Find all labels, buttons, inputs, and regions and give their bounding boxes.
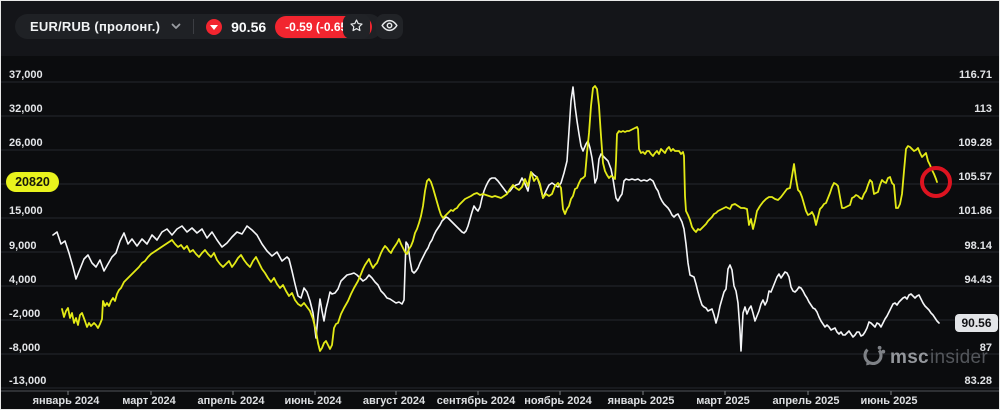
right-axis-label: 83.28 <box>964 375 992 387</box>
left-axis-label: 4,000 <box>9 274 37 286</box>
time-axis-label: июнь 2025 <box>860 395 917 407</box>
time-axis-label: август 2024 <box>363 395 425 407</box>
left-axis-label: 32,000 <box>9 103 43 115</box>
right-axis-label: 105.57 <box>958 171 992 183</box>
right-axis-label: 113 <box>974 103 992 115</box>
left-axis-label: -2,000 <box>9 308 40 320</box>
right-axis-label: 94.43 <box>964 274 992 286</box>
time-axis-label: январь 2025 <box>608 395 675 407</box>
time-axis-label: ноябрь 2024 <box>524 395 591 407</box>
left-axis-label: 15,000 <box>9 205 43 217</box>
time-axis-label: март 2025 <box>696 395 750 407</box>
time-axis-label: март 2024 <box>122 395 176 407</box>
red-circle-annotation <box>922 168 950 196</box>
left-axis-label: -8,000 <box>9 342 40 354</box>
time-axis-label: январь 2024 <box>33 395 100 407</box>
yellow-last-value-pill: 20820 <box>6 172 59 192</box>
time-axis-label: апрель 2024 <box>198 395 265 407</box>
right-axis-label: 101.86 <box>958 205 992 217</box>
time-axis-label: апрель 2025 <box>773 395 840 407</box>
left-axis-label: 9,000 <box>9 240 37 252</box>
chart-canvas[interactable] <box>1 1 1000 410</box>
right-axis-label: 98.14 <box>964 240 992 252</box>
trading-chart-window: EUR/RUB (пролонг.) 90.56 -0.59 (-0.65%) … <box>0 0 1000 410</box>
white-last-value-pill: 90.56 <box>955 314 998 332</box>
left-axis-label: -13,000 <box>9 375 46 387</box>
left-axis-label: 26,000 <box>9 137 43 149</box>
right-axis-label: 116.71 <box>959 69 992 81</box>
annotations <box>922 168 950 196</box>
gridlines <box>1 82 1000 388</box>
right-axis-label: 87 <box>980 342 992 354</box>
right-axis-label: 109.28 <box>958 137 992 149</box>
time-axis-label: сентябрь 2024 <box>437 395 516 407</box>
time-axis-label: июнь 2024 <box>284 395 341 407</box>
left-axis-label: 37,000 <box>9 69 43 81</box>
series-white-line <box>53 87 939 351</box>
